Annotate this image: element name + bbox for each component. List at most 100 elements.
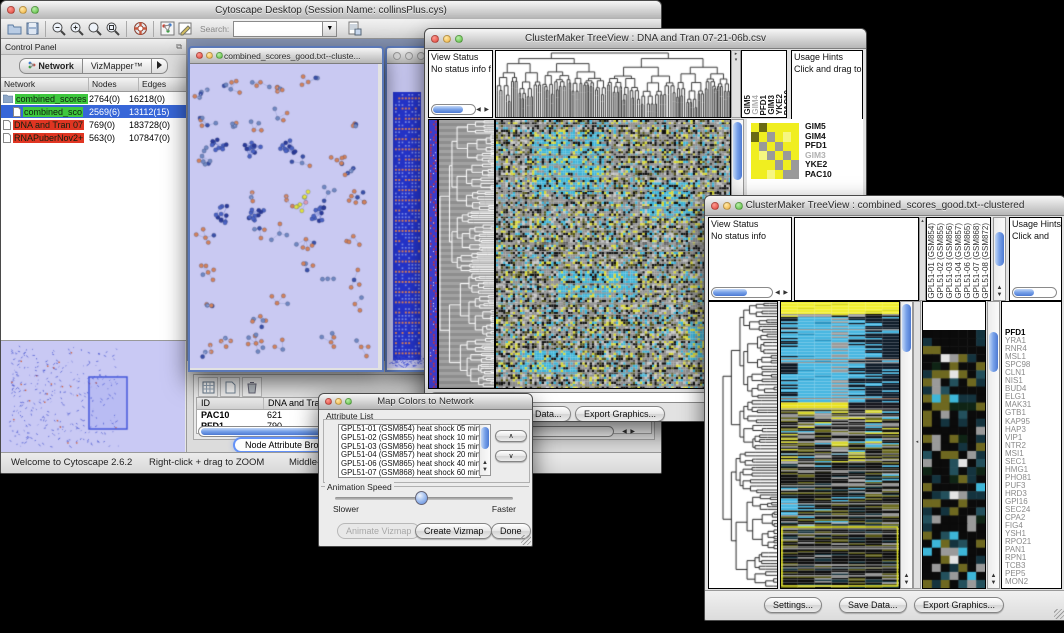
open-file-icon[interactable] xyxy=(5,20,23,38)
tv1-export-graphics-button[interactable]: Export Graphics... xyxy=(575,406,665,422)
minimize-icon[interactable] xyxy=(723,202,731,210)
close-icon[interactable] xyxy=(7,6,15,14)
tv2-column-dendrogram[interactable] xyxy=(794,217,919,301)
scroll-arrows[interactable]: ▲▼ xyxy=(901,573,912,587)
col-edges[interactable]: Edges xyxy=(139,78,186,91)
tv1-column-dendrogram[interactable] xyxy=(495,50,731,118)
scroll-arrows[interactable]: ▲▼ xyxy=(994,285,1005,299)
search-input[interactable] xyxy=(233,21,323,37)
scroll-arrows[interactable]: ▲▼ xyxy=(480,460,490,474)
resize-grip[interactable] xyxy=(521,535,531,545)
animate-vizmap-button[interactable]: Animate Vizmap xyxy=(337,523,420,539)
toolbar-separator xyxy=(153,21,154,37)
matrix-cell xyxy=(775,170,783,179)
tv2-export-graphics-button[interactable]: Export Graphics... xyxy=(914,597,1004,613)
network-edges: 16218(0) xyxy=(129,94,165,104)
network-overview-canvas[interactable] xyxy=(1,341,185,452)
zoom-fit-icon[interactable] xyxy=(104,20,122,38)
tv2-zoom-vscrollbar[interactable]: ▲▼ xyxy=(987,301,1000,589)
tv2-view-status-heading: View Status xyxy=(709,218,791,230)
network-canvas-1[interactable] xyxy=(190,64,378,368)
scroll-arrows[interactable]: ◀ ▶ xyxy=(476,105,490,115)
zoom-selected-icon[interactable] xyxy=(86,20,104,38)
slider-faster-label: Faster xyxy=(492,504,516,514)
search-dropdown-button[interactable]: ▼ xyxy=(323,21,337,37)
tv2-labels-vscrollbar[interactable]: ▲▼ xyxy=(993,217,1006,301)
tv2-split-divider[interactable]: ◂ xyxy=(913,301,921,589)
attribute-list-vscrollbar[interactable]: ▲▼ xyxy=(479,424,491,476)
zoom-window-icon[interactable] xyxy=(31,6,39,14)
help-lifebuoy-icon[interactable] xyxy=(131,20,149,38)
network-table-row[interactable]: DNA and Tran 07769(0)183728(0) xyxy=(1,118,186,131)
tv2-heatmap[interactable] xyxy=(780,301,900,589)
annotation-icon[interactable] xyxy=(176,20,194,38)
tv2-settings-button[interactable]: Settings... xyxy=(764,597,822,613)
tv2-row-dendrogram[interactable] xyxy=(708,301,778,589)
zoom-out-icon[interactable] xyxy=(50,20,68,38)
tabs-more-button[interactable] xyxy=(152,58,168,74)
minimize-icon[interactable] xyxy=(19,6,27,14)
move-up-button[interactable]: ∧ xyxy=(495,430,527,442)
tv2-status-scrollbar[interactable] xyxy=(711,287,773,298)
tv1-heatmap[interactable] xyxy=(495,119,731,389)
create-vizmap-button[interactable]: Create Vizmap xyxy=(415,523,492,539)
tv1-similarity-matrix[interactable] xyxy=(751,123,799,179)
network-overview-icon[interactable] xyxy=(158,20,176,38)
network-table-header: Network Nodes Edges xyxy=(1,77,186,92)
network-table-row[interactable]: combined_sco2569(6)13112(15) xyxy=(1,105,186,118)
matrix-cell xyxy=(751,151,759,160)
col-nodes[interactable]: Nodes xyxy=(89,78,139,91)
zoom-window-icon[interactable] xyxy=(345,398,352,405)
tv1-row-dendrogram[interactable] xyxy=(438,119,495,389)
close-icon[interactable] xyxy=(711,202,719,210)
zoom-window-icon[interactable] xyxy=(735,202,743,210)
minimize-icon[interactable] xyxy=(405,52,413,60)
attribute-select-icon[interactable] xyxy=(198,377,218,397)
close-icon[interactable] xyxy=(393,52,401,60)
attribute-listbox[interactable]: GPL51-01 (GSM854) heat shock 05 minGPL51… xyxy=(338,424,481,478)
zoom-window-icon[interactable] xyxy=(216,52,223,59)
scroll-arrows[interactable]: ▲▼ xyxy=(988,573,999,587)
data-col-id[interactable]: ID xyxy=(197,398,264,409)
tv2-zoom-heatmap-panel[interactable] xyxy=(922,301,986,589)
minimize-icon[interactable] xyxy=(335,398,342,405)
main-titlebar[interactable]: Cytoscape Desktop (Session Name: collins… xyxy=(1,1,661,20)
close-icon[interactable] xyxy=(196,52,203,59)
tv2-pane-arrow-strip[interactable]: ▴ xyxy=(919,217,926,301)
tv2-heatmap-vscrollbar[interactable]: ▲▼ xyxy=(900,301,913,589)
matrix-cell xyxy=(783,132,791,141)
tv1-status-scrollbar[interactable] xyxy=(431,104,476,115)
close-icon[interactable] xyxy=(431,35,439,43)
tv2-col-label-list: GPL51-01 (GSM854)GPL51-02 (GSM855)GPL51-… xyxy=(928,223,991,299)
close-icon[interactable] xyxy=(325,398,332,405)
zoom-in-icon[interactable] xyxy=(68,20,86,38)
minimize-icon[interactable] xyxy=(206,52,213,59)
network-table-row[interactable]: RNAPuberNov2+563(0)107847(0) xyxy=(1,131,186,144)
tv2-save-data-button[interactable]: Save Data... xyxy=(839,597,907,613)
speed-slider-thumb[interactable] xyxy=(415,491,428,505)
attribute-item[interactable]: GPL51-07 (GSM868) heat shock 60 min xyxy=(341,469,480,478)
matrix-cell xyxy=(767,123,775,132)
gene-label[interactable]: MON2 xyxy=(1005,578,1031,586)
resize-grip[interactable] xyxy=(1054,609,1064,619)
tv2-hints-scrollbar[interactable] xyxy=(1012,287,1057,298)
tab-vizmapper[interactable]: VizMapper™ xyxy=(83,58,152,74)
tv1-pane-arrow-strip[interactable]: ▸▾ xyxy=(731,50,741,118)
tab-network[interactable]: Network xyxy=(19,58,83,74)
network-name: combined_scores xyxy=(15,94,88,104)
delete-attribute-icon[interactable] xyxy=(242,377,262,397)
col-network[interactable]: Network xyxy=(1,78,89,91)
save-icon[interactable] xyxy=(23,20,41,38)
network-edges: 107847(0) xyxy=(129,133,170,143)
import-table-icon[interactable] xyxy=(345,20,363,38)
move-down-button[interactable]: ∨ xyxy=(495,450,527,462)
chevron-right-icon xyxy=(157,61,162,69)
network-overview-panel[interactable] xyxy=(1,340,186,453)
minimize-icon[interactable] xyxy=(443,35,451,43)
network-table-row[interactable]: combined_scores2764(0)16218(0) xyxy=(1,92,186,105)
scroll-arrows[interactable]: ◀ ▶ xyxy=(622,427,636,437)
new-attribute-icon[interactable] xyxy=(220,377,240,397)
float-panel-icon[interactable]: ⧉ xyxy=(176,42,182,52)
zoom-window-icon[interactable] xyxy=(455,35,463,43)
scroll-arrows[interactable]: ◀ ▶ xyxy=(775,288,789,298)
